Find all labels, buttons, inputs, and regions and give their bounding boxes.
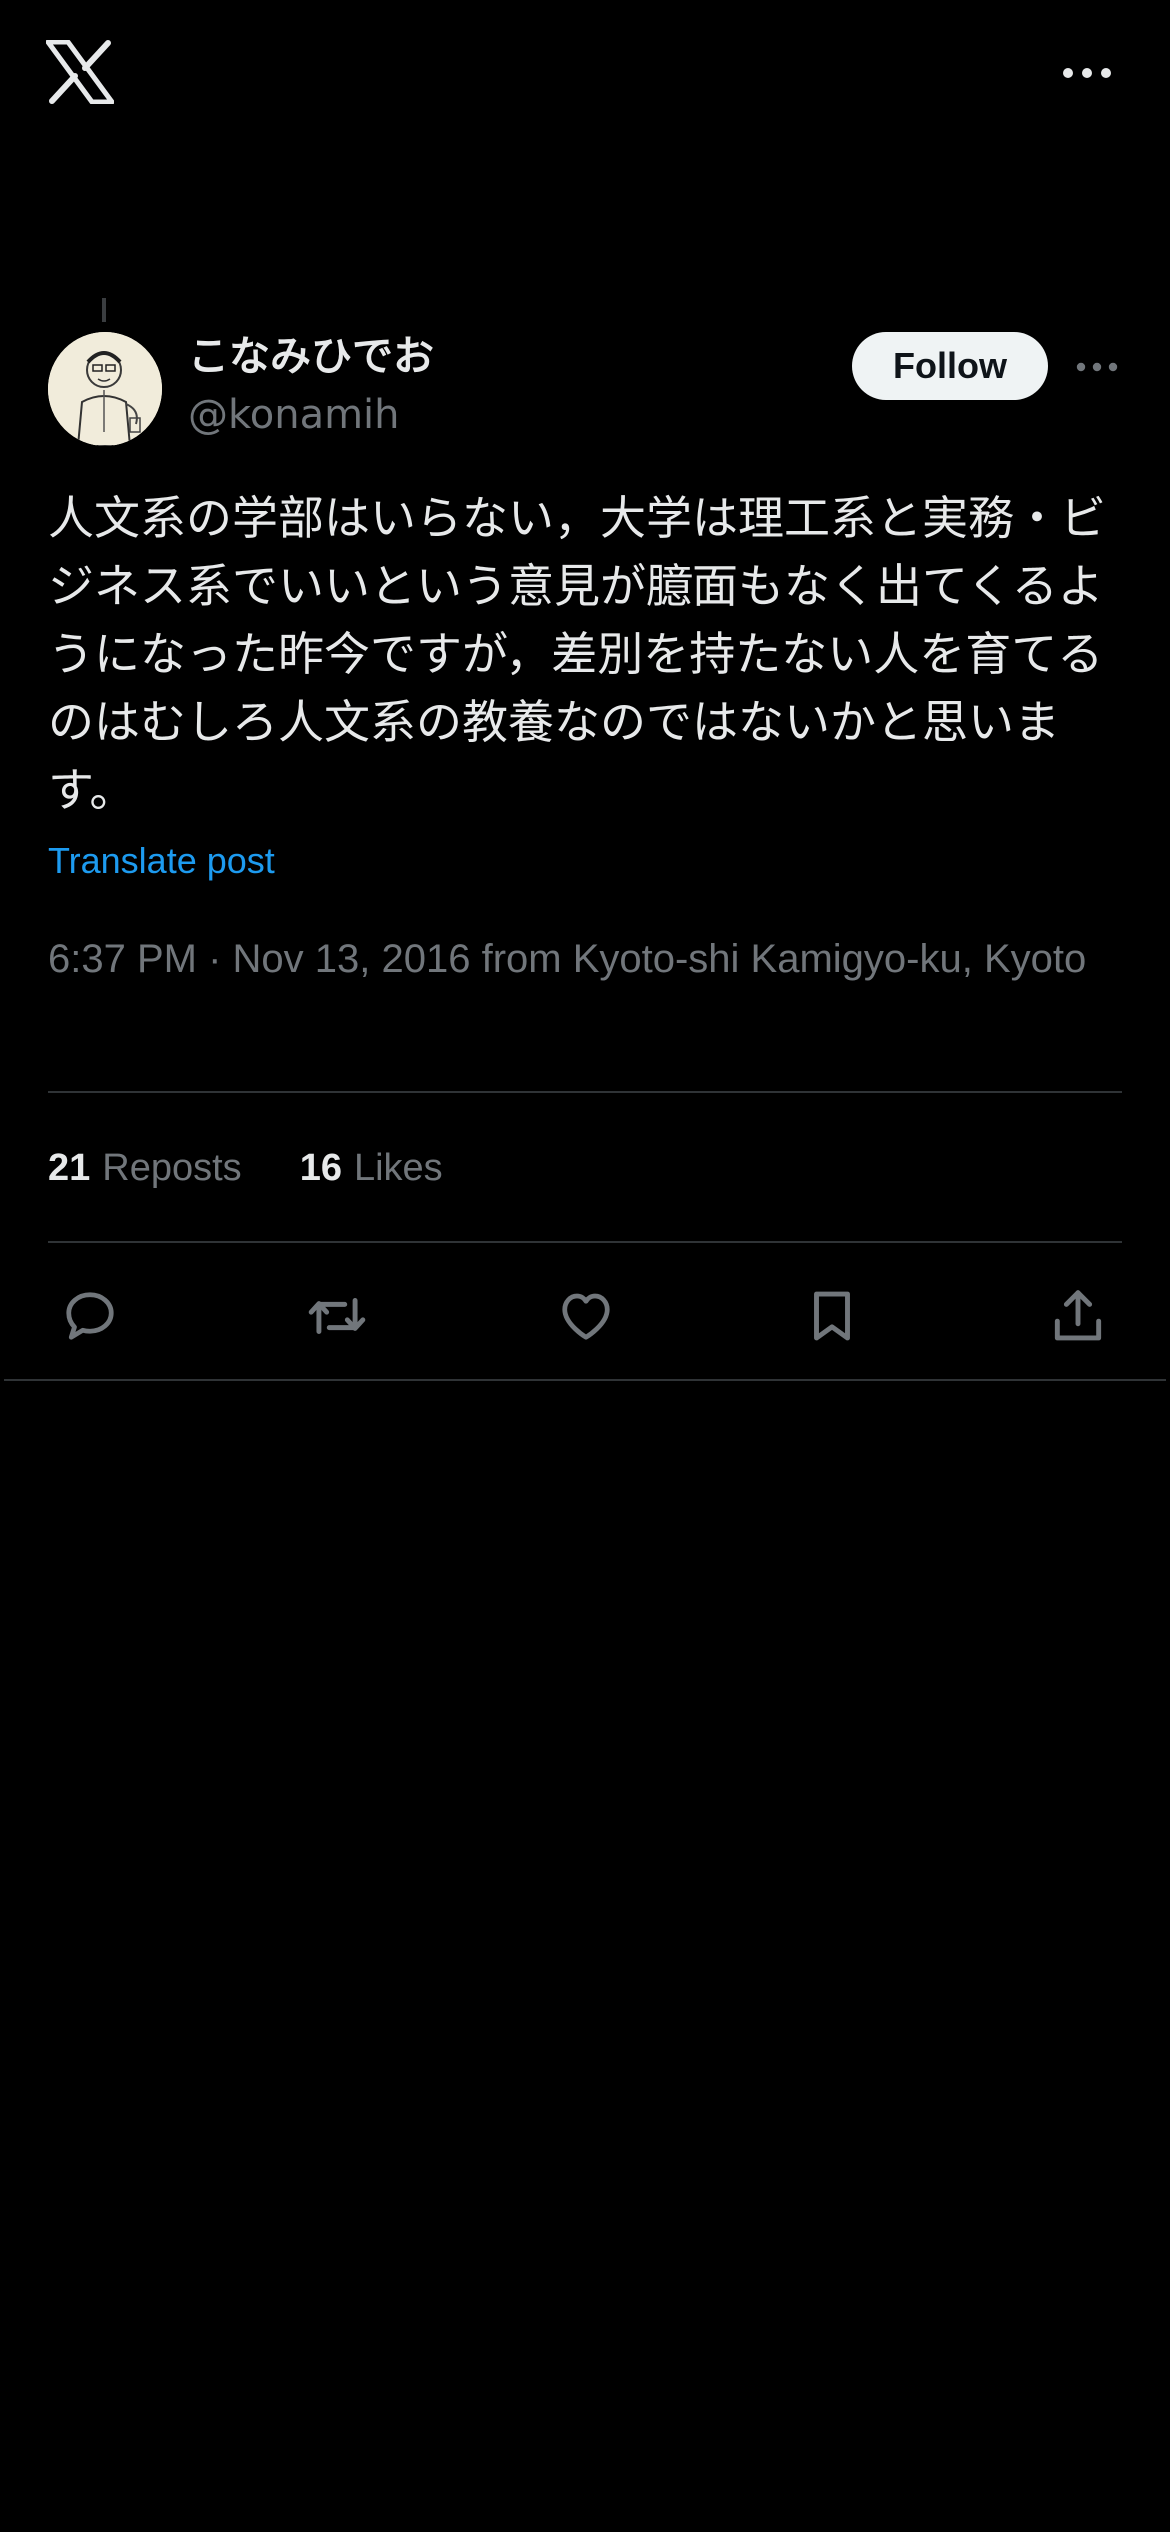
divider xyxy=(48,1241,1122,1243)
translate-post-link[interactable]: Translate post xyxy=(48,834,275,888)
post-actions xyxy=(0,1270,1170,1354)
reposts-label: Reposts xyxy=(102,1146,242,1189)
likes-label: Likes xyxy=(353,1146,443,1189)
reply-button[interactable] xyxy=(58,1284,122,1348)
post-text: 人文系の学部はいらない，大学は理工系と実務・ビジネス系でいいという意見が臆面もな… xyxy=(48,491,1106,817)
repost-icon xyxy=(308,1298,366,1334)
avatar[interactable] xyxy=(48,332,162,446)
likes-count: 16 xyxy=(299,1146,342,1189)
post-more-icon[interactable] xyxy=(1074,355,1120,379)
x-logo-icon[interactable] xyxy=(46,40,114,104)
avatar-sketch-portrait xyxy=(48,332,162,446)
divider xyxy=(48,1091,1122,1093)
like-icon xyxy=(562,1293,610,1340)
post-timestamp[interactable]: 6:37 PM · Nov 13, 2016 from Kyoto-shi Ka… xyxy=(48,930,1128,988)
follow-button[interactable]: Follow xyxy=(852,332,1048,400)
reposts-stat[interactable]: 21 Reposts xyxy=(48,1147,242,1190)
reposts-count: 21 xyxy=(48,1146,91,1189)
divider xyxy=(4,1379,1166,1381)
author-display-name[interactable]: こなみひでお xyxy=(188,330,434,382)
thread-line xyxy=(102,298,106,322)
likes-stat[interactable]: 16 Likes xyxy=(300,1147,443,1190)
share-button[interactable] xyxy=(1046,1284,1110,1348)
reply-icon xyxy=(66,1292,114,1340)
bookmark-icon xyxy=(814,1291,850,1341)
like-button[interactable] xyxy=(554,1284,618,1348)
post-stats: 21 Reposts 16 Likes xyxy=(48,1138,501,1198)
more-horizontal-icon[interactable] xyxy=(1060,58,1114,88)
repost-button[interactable] xyxy=(305,1284,369,1348)
author-handle[interactable]: @konamih xyxy=(188,390,400,440)
share-icon xyxy=(1054,1290,1102,1341)
top-bar xyxy=(0,0,1170,150)
bookmark-button[interactable] xyxy=(800,1284,864,1348)
